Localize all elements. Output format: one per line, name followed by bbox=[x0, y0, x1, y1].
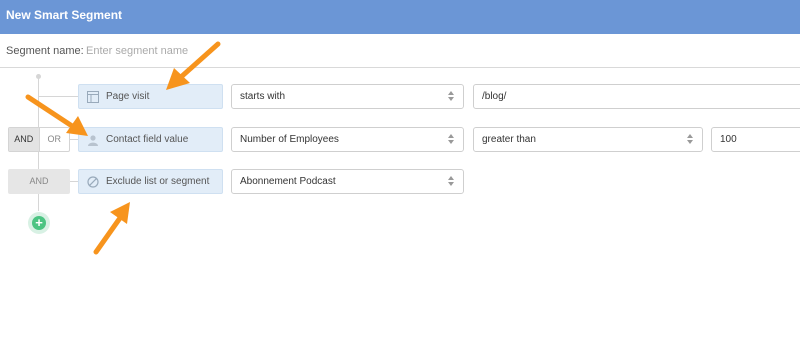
input-value: /blog/ bbox=[482, 91, 507, 102]
input-value: 100 bbox=[720, 134, 737, 145]
segment-name-bar: Segment name: bbox=[0, 34, 800, 68]
condition-label: Exclude list or segment bbox=[106, 176, 210, 187]
select-caret-icon bbox=[448, 175, 455, 187]
tree-branch-line bbox=[70, 139, 78, 140]
condition-contact-field[interactable]: Contact field value bbox=[78, 127, 223, 152]
operator-select[interactable]: starts with bbox=[231, 84, 464, 109]
operator-select[interactable]: greater than bbox=[473, 127, 703, 152]
field-select[interactable]: Number of Employees bbox=[231, 127, 464, 152]
condition-label: Contact field value bbox=[106, 134, 189, 145]
page-icon bbox=[86, 90, 100, 104]
select-caret-icon bbox=[687, 133, 694, 145]
and-option[interactable]: AND bbox=[9, 128, 40, 151]
or-option[interactable]: OR bbox=[40, 128, 70, 151]
condition-page-visit[interactable]: Page visit bbox=[78, 84, 223, 109]
segment-name-label: Segment name: bbox=[6, 45, 84, 57]
plus-icon: + bbox=[32, 216, 46, 230]
select-value: Abonnement Podcast bbox=[240, 176, 336, 187]
tree-branch-line bbox=[70, 181, 78, 182]
person-icon bbox=[86, 133, 100, 147]
select-caret-icon bbox=[448, 133, 455, 145]
window-title: New Smart Segment bbox=[6, 8, 123, 22]
arrow-icon bbox=[93, 202, 130, 255]
select-caret-icon bbox=[448, 90, 455, 102]
list-select[interactable]: Abonnement Podcast bbox=[231, 169, 464, 194]
select-value: greater than bbox=[482, 134, 536, 145]
add-condition-button[interactable]: + bbox=[28, 212, 50, 234]
and-or-toggle: AND OR bbox=[8, 127, 70, 152]
condition-label: Page visit bbox=[106, 91, 150, 102]
tree-branch-line bbox=[38, 96, 78, 97]
segment-name-input[interactable] bbox=[86, 42, 386, 60]
select-value: starts with bbox=[240, 91, 286, 102]
value-input[interactable]: 100 bbox=[711, 127, 800, 152]
select-value: Number of Employees bbox=[240, 134, 339, 145]
and-label: AND bbox=[8, 169, 70, 194]
value-input[interactable]: /blog/ bbox=[473, 84, 800, 109]
title-bar: New Smart Segment bbox=[0, 0, 800, 34]
condition-exclude-list[interactable]: Exclude list or segment bbox=[78, 169, 223, 194]
no-entry-icon bbox=[86, 175, 100, 189]
